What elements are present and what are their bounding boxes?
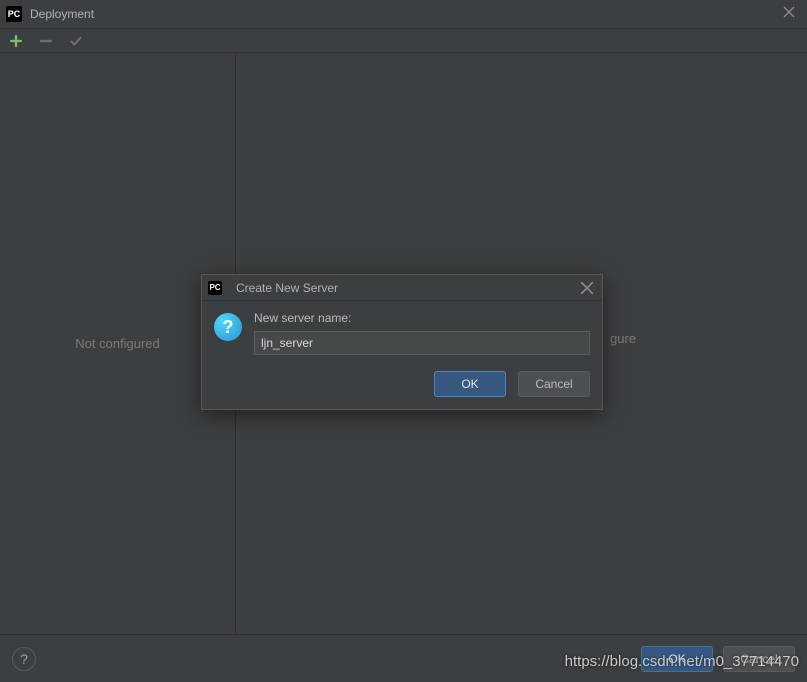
app-icon: PC [208,281,222,295]
cancel-button[interactable]: Cancel [723,646,795,672]
dialog-titlebar: PC Create New Server [202,275,602,301]
dialog-footer: OK Cancel [202,363,602,409]
sidebar-placeholder: Not configured [75,336,160,351]
close-icon[interactable] [580,281,594,295]
ok-button[interactable]: OK [641,646,713,672]
create-server-dialog: PC Create New Server ? New server name: … [201,274,603,410]
remove-button[interactable] [38,33,54,49]
dialog-form: New server name: [254,311,590,355]
toolbar [0,29,807,53]
titlebar: PC Deployment [0,0,807,29]
window-title: Deployment [30,7,94,21]
help-button[interactable]: ? [12,647,36,671]
dialog-cancel-button[interactable]: Cancel [518,371,590,397]
dialog-body: ? New server name: [202,301,602,363]
dialog-title: Create New Server [236,281,338,295]
apply-button[interactable] [68,33,84,49]
add-button[interactable] [8,33,24,49]
close-icon[interactable] [783,6,799,22]
main-placeholder: gure [610,331,636,346]
server-name-label: New server name: [254,311,590,325]
bottom-bar: ? OK Cancel [0,634,807,682]
server-name-input[interactable] [254,331,590,355]
question-icon: ? [214,313,242,341]
dialog-ok-button[interactable]: OK [434,371,506,397]
app-icon: PC [6,6,22,22]
